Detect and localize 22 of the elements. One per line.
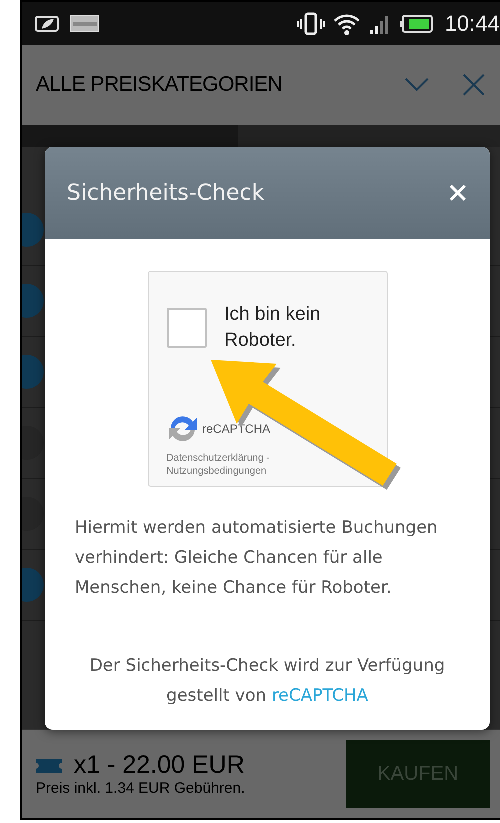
image-icon xyxy=(70,14,100,34)
ticket-icon xyxy=(36,758,62,772)
recaptcha-link[interactable]: reCAPTCHA xyxy=(272,686,368,706)
checkbox-label: Ich bin kein Roboter. xyxy=(224,303,322,353)
battery-icon xyxy=(398,14,433,34)
page-title: ALLE PREISKATEGORIEN xyxy=(36,73,284,97)
description-text: Hiermit werden automatisierte Buchungen verhindert: Gleiche Chancen für alle Menschen, keine Chance für Roboter. xyxy=(75,517,439,600)
vibrate-icon xyxy=(296,12,325,36)
close-icon[interactable] xyxy=(462,73,486,97)
privacy-link[interactable]: Datenschutzerklärung - xyxy=(166,452,270,465)
recaptcha-logo-icon xyxy=(166,414,198,444)
provider-note: Der Sicherheits-Check wird zur Verfügung gestellt von reCAPTCHA xyxy=(88,655,446,708)
close-button[interactable] xyxy=(448,183,468,203)
recaptcha-brand: reCAPTCHA xyxy=(202,422,271,436)
fee-note: Preis inkl. 1.34 EUR Gebühren. xyxy=(36,780,246,797)
status-time: 10:44 xyxy=(444,10,500,36)
ticket-quantity-price: x1 - 22.00 EUR xyxy=(74,751,245,780)
terms-link[interactable]: Nutzungsbedingungen xyxy=(166,465,267,478)
leaf-icon xyxy=(34,14,62,34)
captcha-checkbox[interactable] xyxy=(166,308,206,348)
dialog-title: Sicherheits-Check xyxy=(67,180,266,206)
chevron-down-icon[interactable] xyxy=(404,77,430,93)
